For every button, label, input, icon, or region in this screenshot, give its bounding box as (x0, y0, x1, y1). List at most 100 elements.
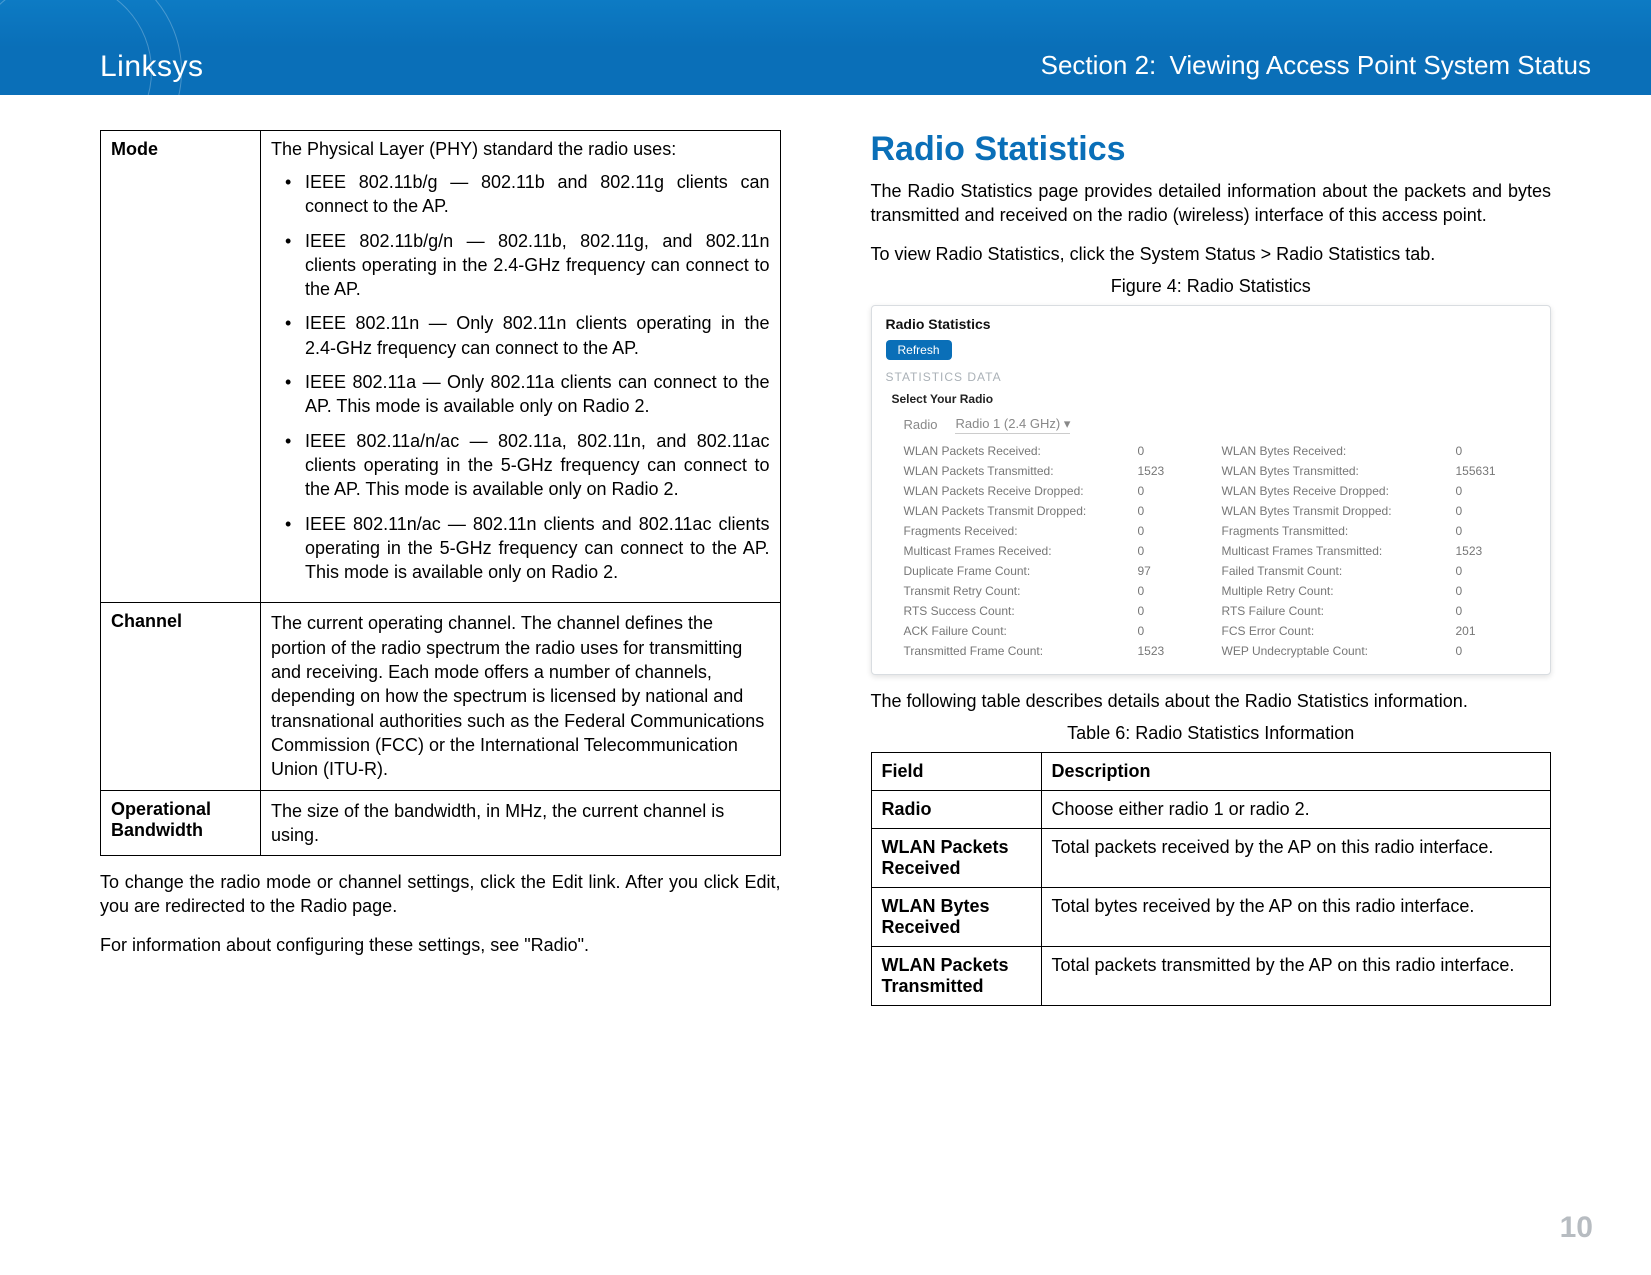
stat-label: WLAN Bytes Transmit Dropped: (1222, 504, 1442, 518)
stat-value: 0 (1456, 604, 1526, 618)
radio-selector-row: Radio Radio 1 (2.4 GHz) ▾ (904, 416, 1537, 434)
radio-dropdown[interactable]: Radio 1 (2.4 GHz) ▾ (955, 416, 1070, 434)
stat-value: 0 (1456, 484, 1526, 498)
list-item: IEEE 802.11b/g/n — 802.11b, 802.11g, and… (277, 229, 770, 302)
figure-caption: Figure 4: Radio Statistics (871, 276, 1552, 297)
page-number: 10 (1560, 1211, 1593, 1245)
chevron-down-icon: ▾ (1064, 416, 1071, 431)
right-column: Radio Statistics The Radio Statistics pa… (871, 130, 1552, 1205)
stat-label: WLAN Packets Transmitted: (904, 464, 1124, 478)
field-value: The current operating channel. The chann… (261, 603, 781, 790)
table-header-row: Field Description (871, 753, 1551, 791)
stat-value: 0 (1456, 444, 1526, 458)
stat-value: 0 (1138, 484, 1208, 498)
stat-value: 1523 (1138, 464, 1208, 478)
body-text: The Radio Statistics page provides detai… (871, 179, 1552, 228)
stat-label: Multicast Frames Transmitted: (1222, 544, 1442, 558)
mode-intro: The Physical Layer (PHY) standard the ra… (271, 139, 770, 160)
left-column: Mode The Physical Layer (PHY) standard t… (100, 130, 781, 1205)
section-number: Section 2 (1041, 50, 1163, 80)
mode-list: IEEE 802.11b/g — 802.11b and 802.11g cli… (271, 170, 770, 584)
body-text: The following table describes details ab… (871, 689, 1552, 713)
stat-label: ACK Failure Count: (904, 624, 1124, 638)
list-item: IEEE 802.11n/ac — 802.11n clients and 80… (277, 512, 770, 585)
stat-value: 0 (1138, 604, 1208, 618)
table-row: RadioChoose either radio 1 or radio 2. (871, 791, 1551, 829)
radio-statistics-info-table: Field Description RadioChoose either rad… (871, 752, 1552, 1006)
page-header: Linksys Section 2 Viewing Access Point S… (0, 0, 1651, 95)
table-row: Channel The current operating channel. T… (101, 603, 781, 790)
stat-value: 0 (1138, 524, 1208, 538)
screenshot-radio-statistics: Radio Statistics Refresh STATISTICS DATA… (871, 305, 1552, 675)
table-row: Operational Bandwidth The size of the ba… (101, 790, 781, 856)
stat-value: 0 (1138, 624, 1208, 638)
radio-label: Radio (904, 417, 938, 432)
stat-label: Transmitted Frame Count: (904, 644, 1124, 658)
stat-value: 0 (1138, 444, 1208, 458)
screenshot-heading: Radio Statistics (886, 316, 1537, 332)
stat-label: WLAN Bytes Transmitted: (1222, 464, 1442, 478)
table-row: WLAN Packets ReceivedTotal packets recei… (871, 829, 1551, 888)
stat-value: 0 (1456, 504, 1526, 518)
stat-value: 0 (1456, 584, 1526, 598)
stat-label: RTS Success Count: (904, 604, 1124, 618)
select-radio-label: Select Your Radio (892, 392, 1537, 406)
stat-value: 201 (1456, 624, 1526, 638)
list-item: IEEE 802.11b/g — 802.11b and 802.11g cli… (277, 170, 770, 219)
stat-label: Failed Transmit Count: (1222, 564, 1442, 578)
stat-value: 0 (1138, 544, 1208, 558)
stat-label: Fragments Transmitted: (1222, 524, 1442, 538)
refresh-button[interactable]: Refresh (886, 340, 952, 360)
page-title: Radio Statistics (871, 130, 1552, 169)
col-header-description: Description (1041, 753, 1551, 791)
table-row: WLAN Packets TransmittedTotal packets tr… (871, 947, 1551, 1006)
field-label: Radio (871, 791, 1041, 829)
stat-label: WLAN Bytes Received: (1222, 444, 1442, 458)
brand-logo: Linksys (100, 50, 204, 84)
stat-label: Multicast Frames Received: (904, 544, 1124, 558)
stat-value: 1523 (1456, 544, 1526, 558)
stat-label: Transmit Retry Count: (904, 584, 1124, 598)
stat-label: WLAN Packets Received: (904, 444, 1124, 458)
field-value: The Physical Layer (PHY) standard the ra… (261, 131, 781, 603)
field-label: Operational Bandwidth (101, 790, 261, 856)
stat-label: WLAN Bytes Receive Dropped: (1222, 484, 1442, 498)
table-row: WLAN Bytes ReceivedTotal bytes received … (871, 888, 1551, 947)
stat-label: Multiple Retry Count: (1222, 584, 1442, 598)
stat-label: WEP Undecryptable Count: (1222, 644, 1442, 658)
col-header-field: Field (871, 753, 1041, 791)
field-label: Channel (101, 603, 261, 790)
stat-label: RTS Failure Count: (1222, 604, 1442, 618)
table-caption: Table 6: Radio Statistics Information (871, 723, 1552, 744)
stat-value: 155631 (1456, 464, 1526, 478)
field-label: WLAN Packets Received (871, 829, 1041, 888)
body-text: For information about configuring these … (100, 933, 781, 957)
body-text: To change the radio mode or channel sett… (100, 870, 781, 919)
stat-label: Fragments Received: (904, 524, 1124, 538)
radio-dropdown-value: Radio 1 (2.4 GHz) (955, 416, 1060, 431)
stat-value: 0 (1456, 524, 1526, 538)
body-text: To view Radio Statistics, click the Syst… (871, 242, 1552, 266)
field-label: WLAN Bytes Received (871, 888, 1041, 947)
section-title: Section 2 Viewing Access Point System St… (1041, 50, 1591, 81)
stat-value: 0 (1138, 584, 1208, 598)
page-body: Mode The Physical Layer (PHY) standard t… (100, 130, 1551, 1205)
stat-value: 0 (1138, 504, 1208, 518)
radio-settings-table: Mode The Physical Layer (PHY) standard t… (100, 130, 781, 856)
field-label: Mode (101, 131, 261, 603)
stat-value: 0 (1456, 564, 1526, 578)
stat-label: FCS Error Count: (1222, 624, 1442, 638)
stat-label: WLAN Packets Receive Dropped: (904, 484, 1124, 498)
stat-label: Duplicate Frame Count: (904, 564, 1124, 578)
list-item: IEEE 802.11a — Only 802.11a clients can … (277, 370, 770, 419)
stat-value: 1523 (1138, 644, 1208, 658)
stat-label: WLAN Packets Transmit Dropped: (904, 504, 1124, 518)
stat-value: 97 (1138, 564, 1208, 578)
field-description: Total packets transmitted by the AP on t… (1041, 947, 1551, 1006)
screenshot-subsection: STATISTICS DATA (886, 370, 1537, 384)
field-description: Choose either radio 1 or radio 2. (1041, 791, 1551, 829)
field-value: The size of the bandwidth, in MHz, the c… (261, 790, 781, 856)
field-description: Total bytes received by the AP on this r… (1041, 888, 1551, 947)
stat-value: 0 (1456, 644, 1526, 658)
field-description: Total packets received by the AP on this… (1041, 829, 1551, 888)
